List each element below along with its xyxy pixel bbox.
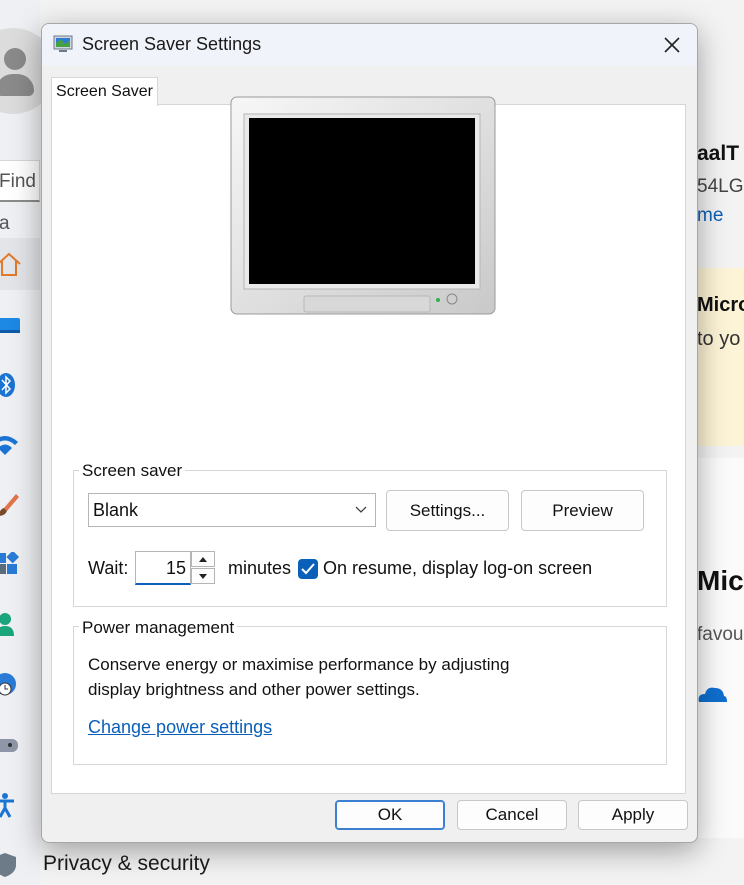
banner-text: to yo bbox=[697, 328, 741, 350]
cancel-button[interactable]: Cancel bbox=[457, 800, 567, 830]
power-management-group-label: Power management bbox=[79, 618, 238, 638]
ok-button[interactable]: OK bbox=[335, 800, 445, 830]
account-id: 54LG0 bbox=[697, 176, 744, 197]
onedrive-card bbox=[697, 458, 744, 838]
accounts-icon[interactable] bbox=[0, 612, 22, 638]
find-setting-input[interactable]: Find a bbox=[0, 160, 40, 234]
chevron-down-icon bbox=[355, 494, 369, 526]
accessibility-icon[interactable] bbox=[0, 792, 22, 818]
screen-saver-app-icon bbox=[53, 34, 75, 54]
account-link[interactable]: me bbox=[697, 205, 744, 227]
apply-button[interactable]: Apply bbox=[578, 800, 688, 830]
sidebar-item-privacy[interactable]: Privacy & security bbox=[43, 852, 210, 876]
resume-logon-label[interactable]: On resume, display log-on screen bbox=[323, 558, 592, 579]
screen-saver-preview-monitor bbox=[229, 94, 497, 316]
account-name: aalT bbox=[697, 142, 740, 165]
decrement-button[interactable] bbox=[191, 568, 215, 584]
screen-saver-select[interactable]: Blank bbox=[88, 493, 376, 527]
system-icon[interactable] bbox=[0, 312, 22, 338]
time-language-icon[interactable] bbox=[0, 672, 22, 698]
checkmark-icon bbox=[301, 563, 315, 575]
wait-minutes-input[interactable]: 15 bbox=[135, 551, 191, 585]
card-text: favou bbox=[697, 624, 744, 645]
onedrive-icon bbox=[697, 682, 727, 706]
resume-logon-checkbox[interactable] bbox=[298, 559, 318, 579]
wait-label: Wait: bbox=[88, 558, 129, 578]
close-icon bbox=[664, 37, 680, 53]
title-bar[interactable]: Screen Saver Settings bbox=[42, 24, 697, 66]
dialog-title: Screen Saver Settings bbox=[82, 34, 262, 54]
home-icon[interactable] bbox=[0, 251, 22, 277]
tab-screen-saver[interactable]: Screen Saver bbox=[51, 77, 158, 106]
close-button[interactable] bbox=[654, 30, 690, 60]
screen-saver-select-value: Blank bbox=[93, 500, 139, 520]
screen-saver-dialog: Screen Saver Settings Screen Saver Scree… bbox=[41, 23, 698, 843]
preview-button[interactable]: Preview bbox=[521, 490, 644, 531]
minutes-label: minutes bbox=[228, 558, 292, 578]
arrow-up-icon bbox=[199, 556, 207, 562]
settings-button[interactable]: Settings... bbox=[386, 490, 509, 531]
wait-stepper[interactable] bbox=[191, 551, 217, 585]
power-description-line1: Conserve energy or maximise performance … bbox=[88, 655, 510, 674]
change-power-settings-link[interactable]: Change power settings bbox=[88, 717, 272, 738]
personalisation-icon[interactable] bbox=[0, 492, 22, 518]
wifi-icon[interactable] bbox=[0, 432, 22, 458]
increment-button[interactable] bbox=[191, 551, 215, 567]
power-description-line2: display brightness and other power setti… bbox=[88, 680, 420, 699]
gaming-icon[interactable] bbox=[0, 732, 22, 758]
arrow-down-icon bbox=[199, 573, 207, 579]
bluetooth-icon[interactable] bbox=[0, 372, 22, 398]
apps-icon[interactable] bbox=[0, 550, 22, 578]
shield-icon[interactable] bbox=[0, 852, 22, 878]
banner-title: Micro bbox=[697, 294, 744, 316]
screen-saver-group-label: Screen saver bbox=[79, 461, 186, 481]
card-title: Mic bbox=[697, 565, 744, 596]
